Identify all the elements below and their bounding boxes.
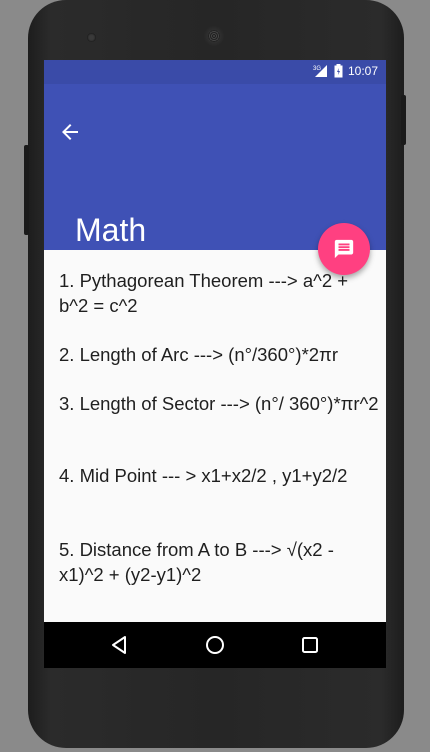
list-item: 5. Distance from A to B ---> √(x2 - x1)^… bbox=[59, 539, 334, 585]
list-item: 1. Pythagorean Theorem ---> a^2 + b^2 = … bbox=[59, 270, 349, 316]
clock: 10:07 bbox=[347, 64, 378, 78]
nav-back-button[interactable] bbox=[108, 633, 132, 657]
formula-list: 1. Pythagorean Theorem ---> a^2 + b^2 = … bbox=[44, 250, 386, 622]
status-bar: 3G 10:07 bbox=[44, 60, 386, 84]
message-fab[interactable] bbox=[318, 223, 370, 275]
nav-home-button[interactable] bbox=[203, 633, 227, 657]
power-button bbox=[401, 95, 406, 145]
list-item: 4. Mid Point --- > x1+x2/2 , y1+y2/2 bbox=[59, 465, 348, 486]
battery-icon bbox=[334, 64, 343, 78]
front-camera bbox=[87, 33, 96, 42]
message-icon bbox=[334, 239, 354, 259]
network-type: 3G bbox=[313, 66, 321, 72]
arrow-left-icon bbox=[62, 124, 78, 140]
recents-square-icon bbox=[302, 637, 318, 653]
back-button[interactable] bbox=[58, 120, 82, 144]
home-circle-icon bbox=[206, 636, 224, 654]
list-item: 2. Length of Arc ---> (n°/360°)*2πr bbox=[59, 344, 338, 365]
list-item: 3. Length of Sector ---> (n°/ 360°)*πr^2 bbox=[59, 393, 379, 414]
device-screen: 3G 10:07 Math 1. Pythagorean Theorem ---… bbox=[44, 60, 386, 668]
earpiece-speaker bbox=[204, 26, 224, 46]
nav-recents-button[interactable] bbox=[298, 633, 322, 657]
volume-button bbox=[24, 145, 29, 235]
back-triangle-icon bbox=[112, 636, 126, 654]
page-title: Math bbox=[75, 212, 147, 248]
navigation-bar bbox=[44, 622, 386, 668]
signal-icon: 3G bbox=[313, 65, 327, 77]
